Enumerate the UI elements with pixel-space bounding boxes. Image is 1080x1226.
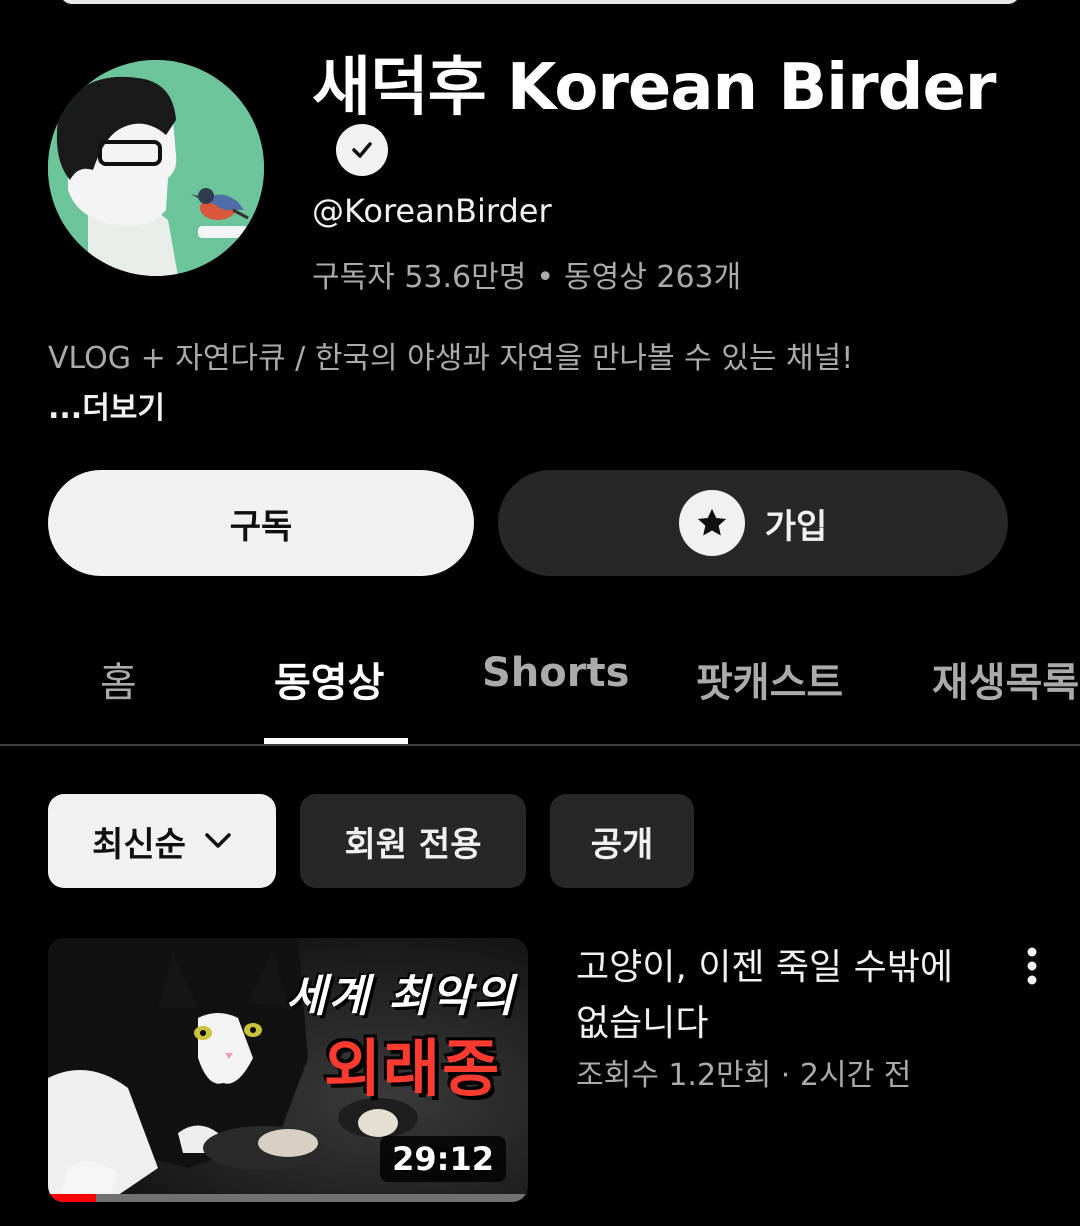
description-text: VLOG + 자연다큐 / 한국의 야생과 자연을 만나볼 수 있는 채널! [48, 341, 854, 376]
verified-check-icon [336, 124, 388, 176]
star-icon [678, 490, 745, 556]
channel-avatar[interactable] [48, 60, 264, 276]
video-count: 동영상 263개 [564, 260, 742, 295]
filter-public[interactable]: 공개 [550, 794, 694, 888]
channel-name: 새덕후 Korean Birder [312, 51, 996, 125]
tab-videos[interactable]: 동영상 [274, 650, 384, 708]
subscribe-button[interactable]: 구독 [48, 470, 474, 576]
video-thumbnail[interactable]: 세계 최악의 외래종 29:12 [48, 938, 528, 1202]
tab-shorts[interactable]: Shorts [482, 650, 629, 696]
subscribe-label: 구독 [229, 506, 293, 547]
watch-progress-bar [48, 1194, 528, 1202]
channel-page: 새덕후 Korean Birder @KoreanBirder 구독자 53.6… [0, 0, 1080, 1226]
sort-dropdown[interactable]: 최신순 [48, 794, 276, 888]
tab-podcasts[interactable]: 팟캐스트 [696, 650, 843, 708]
watch-progress-fill [48, 1194, 96, 1202]
sort-label: 최신순 [92, 824, 186, 865]
join-button[interactable]: 가입 [498, 470, 1008, 576]
top-bar-remnant [60, 0, 1020, 4]
more-options-icon[interactable] [1012, 944, 1052, 988]
video-views: 조회수 1.2만회 [576, 1058, 772, 1093]
channel-stats: 구독자 53.6만명 • 동영상 263개 [312, 252, 741, 296]
filter-members-only[interactable]: 회원 전용 [300, 794, 526, 888]
join-label: 가입 [764, 506, 828, 547]
stats-separator: • [536, 260, 555, 295]
channel-tabs: 홈 동영상 Shorts 팟캐스트 재생목록 [0, 620, 1080, 746]
active-tab-indicator [264, 738, 408, 744]
video-duration: 29:12 [380, 1136, 506, 1182]
video-age: 2시간 전 [799, 1058, 912, 1093]
chevron-down-icon [205, 833, 231, 848]
channel-description[interactable]: VLOG + 자연다큐 / 한국의 야생과 자연을 만나볼 수 있는 채널! .… [48, 334, 878, 434]
thumbnail-caption-main: 외래종 [324, 1032, 502, 1105]
channel-handle: @KoreanBirder [312, 192, 552, 230]
thumbnail-caption-top: 세계 최악의 [286, 971, 516, 1022]
more-link[interactable]: ...더보기 [48, 391, 165, 426]
tab-home[interactable]: 홈 [100, 650, 137, 708]
members-label: 회원 전용 [344, 824, 482, 865]
video-meta: 조회수 1.2만회 · 2시간 전 [576, 1050, 911, 1094]
tab-playlists[interactable]: 재생목록 [932, 650, 1079, 708]
video-title[interactable]: 고양이, 이젠 죽일 수밖에 없습니다 [576, 940, 996, 1052]
public-label: 공개 [590, 824, 654, 865]
subscriber-count: 구독자 53.6만명 [312, 260, 527, 295]
meta-separator: · [780, 1058, 791, 1093]
